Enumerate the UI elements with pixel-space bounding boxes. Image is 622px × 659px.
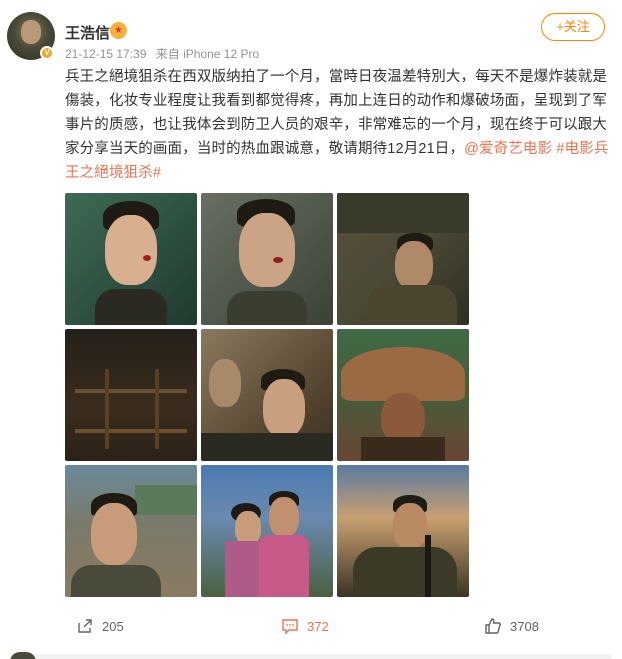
mention-link[interactable]: @爱奇艺电影 [464,141,552,157]
photo-3[interactable] [337,193,469,325]
thumbs-up-icon [485,618,501,634]
photo-4[interactable] [65,329,197,461]
comment-count: 372 [307,618,329,634]
photo-9[interactable] [337,465,469,597]
share-icon [78,619,92,633]
photo-7[interactable] [65,465,197,597]
post-timestamp[interactable]: 21-12-15 17:39 [65,47,146,61]
action-bar: 205 372 3708 [0,608,622,644]
share-count: 205 [102,618,124,634]
comment-icon [282,619,298,635]
photo-6[interactable] [337,329,469,461]
author-name[interactable]: 王浩信 [65,22,110,43]
post-source: 来自 iPhone 12 Pro [155,47,260,61]
post-meta: 21-12-15 17:39 来自 iPhone 12 Pro [65,45,265,62]
photo-1[interactable] [65,193,197,325]
photo-2[interactable] [201,193,333,325]
comment-input-bar[interactable] [10,654,612,659]
verified-badge-icon: V [40,46,54,60]
rank-medal-icon: ★ [110,22,127,39]
weibo-post: V 王浩信 ★ 21-12-15 17:39 来自 iPhone 12 Pro … [0,0,622,659]
photo-grid [65,193,469,597]
share-button[interactable]: 205 [76,616,124,636]
photo-5[interactable] [201,329,333,461]
like-count: 3708 [510,618,539,634]
follow-button[interactable]: +关注 [541,13,605,41]
comment-button[interactable]: 372 [281,616,329,636]
like-button[interactable]: 3708 [484,616,539,636]
photo-8[interactable] [201,465,333,597]
post-text: 兵王之絕境狙杀在西双版纳拍了一个月，當時日夜温差特別大，每天不是爆炸装就是傷装，… [65,65,610,185]
